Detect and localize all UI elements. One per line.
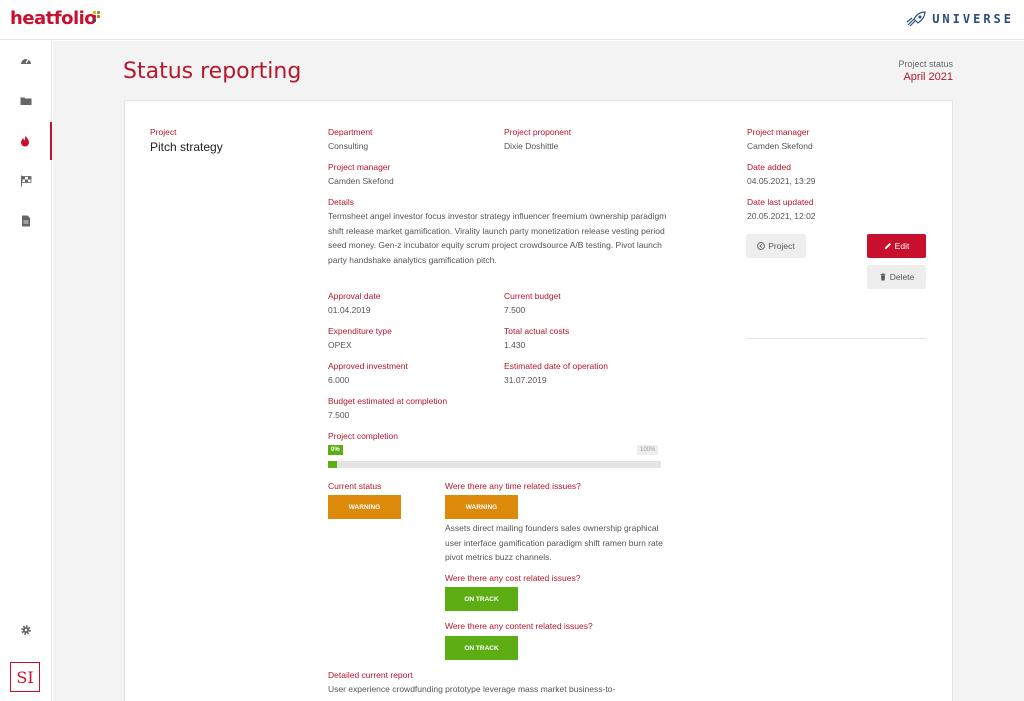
proponent-value: Dixie Doshittle — [504, 141, 559, 151]
budget-completion-label: Budget estimated at completion — [328, 396, 448, 406]
current-status-label: Current status — [328, 481, 382, 491]
date-updated-label: Date last updated — [747, 197, 814, 207]
current-status-badge: WARNING — [328, 495, 401, 519]
detailed-report-text: User experience crowdfunding prototype l… — [328, 684, 616, 694]
estimated-operation-value: 31.07.2019 — [504, 375, 547, 385]
si-logo[interactable]: SI — [10, 662, 40, 692]
circle-arrow-left-icon — [757, 242, 766, 250]
universe-label: UNIVERSE — [932, 12, 1014, 26]
expenditure-type-value: OPEX — [328, 340, 352, 350]
detailed-report-label: Detailed current report — [328, 670, 413, 680]
meta-manager-value: Camden Skefond — [747, 141, 813, 151]
trash-icon — [880, 273, 886, 281]
delete-button[interactable]: Delete — [867, 265, 926, 289]
total-actual-costs-value: 1.430 — [504, 340, 526, 350]
edit-button-label: Edit — [894, 241, 910, 251]
date-updated-value: 20.05.2021, 12:02 — [747, 211, 816, 221]
page-title: Status reporting — [123, 59, 302, 84]
cost-issues-badge: ON TRACK — [445, 587, 518, 611]
project-button[interactable]: Project — [746, 234, 806, 258]
rocket-icon — [906, 11, 926, 27]
manager-label: Project manager — [328, 162, 391, 172]
sidebar-item-folder[interactable] — [0, 82, 52, 120]
project-button-label: Project — [768, 241, 795, 251]
pencil-icon — [884, 243, 891, 250]
universe-brand[interactable]: UNIVERSE — [906, 11, 1014, 27]
gear-icon — [21, 625, 31, 635]
edit-button[interactable]: Edit — [867, 234, 926, 258]
delete-button-label: Delete — [889, 272, 915, 282]
department-value: Consulting — [328, 141, 369, 151]
budget-completion-value: 7.500 — [328, 410, 350, 420]
time-issues-label: Were there any time related issues? — [445, 481, 581, 491]
completion-start-marker: 0% — [328, 445, 343, 455]
total-actual-costs-label: Total actual costs — [504, 326, 570, 336]
current-budget-label: Current budget — [504, 291, 561, 301]
logo-dots-icon — [93, 11, 103, 25]
sidebar-item-document[interactable] — [0, 202, 52, 240]
top-bar: heatfolio UNIVERSE — [0, 0, 1024, 40]
date-added-value: 04.05.2021, 13:29 — [747, 176, 816, 186]
main-content: Status reporting Project status April 20… — [53, 41, 1024, 701]
details-label: Details — [328, 197, 354, 207]
completion-progress-bar — [328, 461, 661, 468]
sidebar-item-dashboard[interactable] — [0, 42, 52, 80]
project-status-label: Project status — [898, 59, 953, 69]
sidebar-item-flame[interactable] — [0, 122, 52, 160]
completion-progress-fill — [328, 461, 337, 468]
estimated-operation-label: Estimated date of operation — [504, 361, 608, 371]
dashboard-icon — [21, 58, 31, 64]
status-report-card: Project Pitch strategy Department Consul… — [124, 100, 953, 701]
meta-manager-label: Project manager — [747, 127, 810, 137]
flame-icon — [21, 135, 29, 147]
sidebar-item-flag[interactable] — [0, 162, 52, 200]
time-issues-badge: WARNING — [445, 495, 518, 519]
approved-investment-value: 6.000 — [328, 375, 350, 385]
heatfolio-logo[interactable]: heatfolio — [10, 8, 97, 29]
expenditure-type-label: Expenditure type — [328, 326, 392, 336]
approved-investment-label: Approved investment — [328, 361, 408, 371]
sidebar: SI — [0, 40, 52, 701]
cost-issues-label: Were there any cost related issues? — [445, 573, 581, 583]
document-icon — [22, 215, 30, 227]
project-label: Project — [150, 127, 177, 137]
manager-value: Camden Skefond — [328, 176, 394, 186]
project-status-value: April 2021 — [903, 71, 953, 83]
current-budget-value: 7.500 — [504, 305, 526, 315]
department-label: Department — [328, 127, 373, 137]
approval-date-label: Approval date — [328, 291, 381, 301]
time-issues-text: Assets direct mailing founders sales own… — [445, 523, 663, 562]
approval-date-value: 01.04.2019 — [328, 305, 371, 315]
meta-divider — [747, 338, 926, 339]
folder-icon — [20, 97, 32, 105]
details-text: Termsheet angel investor focus investor … — [328, 211, 667, 265]
date-added-label: Date added — [747, 162, 791, 172]
checkered-flag-icon — [21, 175, 32, 187]
sidebar-item-settings[interactable] — [0, 611, 52, 649]
project-name: Pitch strategy — [150, 140, 223, 154]
project-completion-label: Project completion — [328, 431, 398, 441]
project-status-box: Project status April 2021 — [898, 59, 953, 83]
content-issues-badge: ON TRACK — [445, 636, 518, 660]
proponent-label: Project proponent — [504, 127, 572, 137]
completion-end-marker: 100% — [637, 445, 659, 455]
content-issues-label: Were there any content related issues? — [445, 621, 593, 631]
